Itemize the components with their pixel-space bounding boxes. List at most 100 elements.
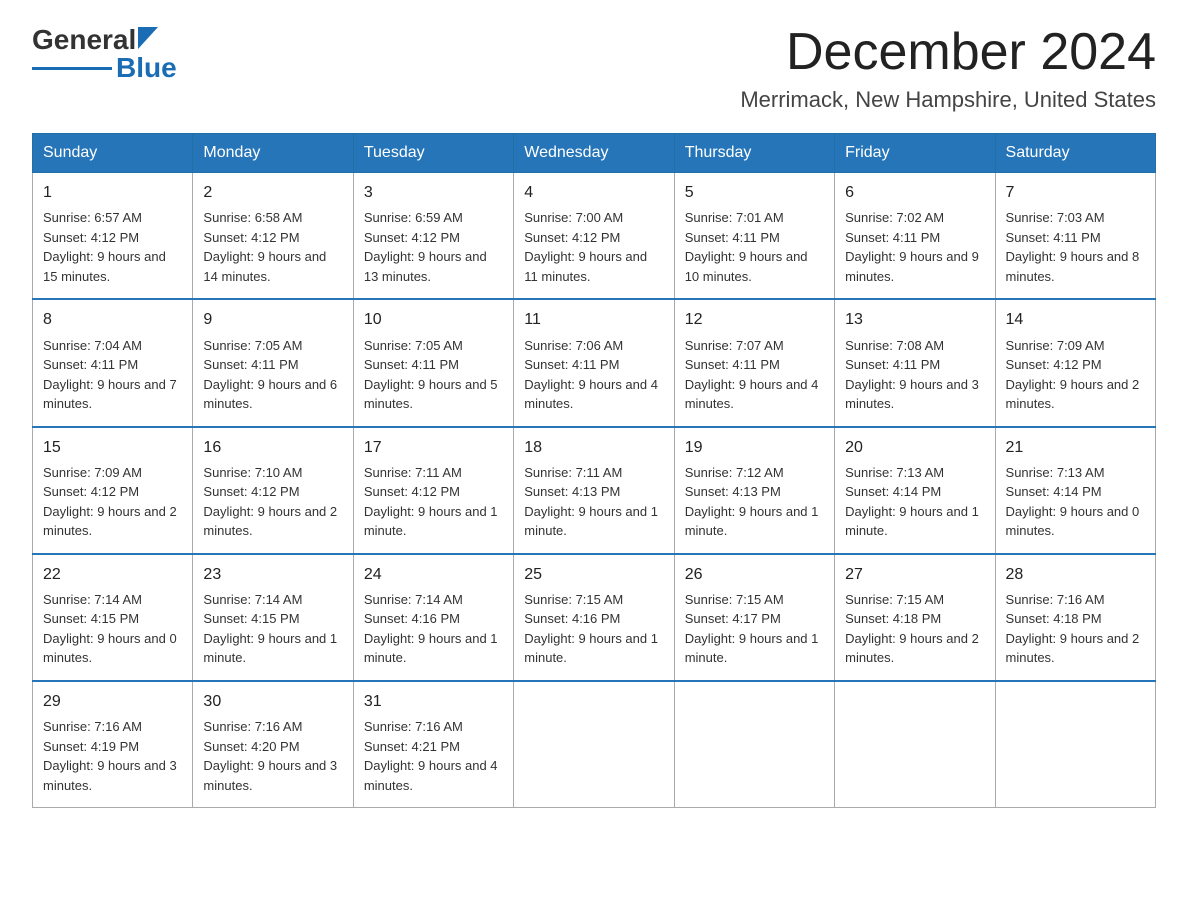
calendar-cell: 21 Sunrise: 7:13 AM Sunset: 4:14 PM Dayl… bbox=[995, 427, 1155, 554]
calendar-cell: 30 Sunrise: 7:16 AM Sunset: 4:20 PM Dayl… bbox=[193, 681, 353, 808]
day-info: Sunrise: 7:00 AM Sunset: 4:12 PM Dayligh… bbox=[524, 208, 663, 286]
day-number: 6 bbox=[845, 181, 984, 204]
day-number: 29 bbox=[43, 690, 182, 713]
calendar-cell: 27 Sunrise: 7:15 AM Sunset: 4:18 PM Dayl… bbox=[835, 554, 995, 681]
day-info: Sunrise: 6:58 AM Sunset: 4:12 PM Dayligh… bbox=[203, 208, 342, 286]
calendar-cell: 9 Sunrise: 7:05 AM Sunset: 4:11 PM Dayli… bbox=[193, 299, 353, 426]
day-number: 21 bbox=[1006, 436, 1145, 459]
day-info: Sunrise: 7:15 AM Sunset: 4:16 PM Dayligh… bbox=[524, 590, 663, 668]
day-info: Sunrise: 7:11 AM Sunset: 4:12 PM Dayligh… bbox=[364, 463, 503, 541]
header-wednesday: Wednesday bbox=[514, 134, 674, 173]
calendar-cell: 8 Sunrise: 7:04 AM Sunset: 4:11 PM Dayli… bbox=[33, 299, 193, 426]
calendar-cell: 23 Sunrise: 7:14 AM Sunset: 4:15 PM Dayl… bbox=[193, 554, 353, 681]
day-info: Sunrise: 7:14 AM Sunset: 4:15 PM Dayligh… bbox=[43, 590, 182, 668]
header-thursday: Thursday bbox=[674, 134, 834, 173]
day-info: Sunrise: 7:03 AM Sunset: 4:11 PM Dayligh… bbox=[1006, 208, 1145, 286]
day-number: 22 bbox=[43, 563, 182, 586]
day-info: Sunrise: 7:02 AM Sunset: 4:11 PM Dayligh… bbox=[845, 208, 984, 286]
calendar-cell: 5 Sunrise: 7:01 AM Sunset: 4:11 PM Dayli… bbox=[674, 173, 834, 300]
calendar-cell: 1 Sunrise: 6:57 AM Sunset: 4:12 PM Dayli… bbox=[33, 173, 193, 300]
day-info: Sunrise: 6:59 AM Sunset: 4:12 PM Dayligh… bbox=[364, 208, 503, 286]
day-info: Sunrise: 7:07 AM Sunset: 4:11 PM Dayligh… bbox=[685, 336, 824, 414]
day-info: Sunrise: 7:14 AM Sunset: 4:15 PM Dayligh… bbox=[203, 590, 342, 668]
day-number: 19 bbox=[685, 436, 824, 459]
day-number: 30 bbox=[203, 690, 342, 713]
calendar-cell: 2 Sunrise: 6:58 AM Sunset: 4:12 PM Dayli… bbox=[193, 173, 353, 300]
calendar-cell: 19 Sunrise: 7:12 AM Sunset: 4:13 PM Dayl… bbox=[674, 427, 834, 554]
calendar-cell: 12 Sunrise: 7:07 AM Sunset: 4:11 PM Dayl… bbox=[674, 299, 834, 426]
day-number: 23 bbox=[203, 563, 342, 586]
day-info: Sunrise: 7:16 AM Sunset: 4:18 PM Dayligh… bbox=[1006, 590, 1145, 668]
day-number: 11 bbox=[524, 308, 663, 331]
day-number: 13 bbox=[845, 308, 984, 331]
day-number: 20 bbox=[845, 436, 984, 459]
day-number: 12 bbox=[685, 308, 824, 331]
day-number: 17 bbox=[364, 436, 503, 459]
day-info: Sunrise: 7:09 AM Sunset: 4:12 PM Dayligh… bbox=[1006, 336, 1145, 414]
day-number: 16 bbox=[203, 436, 342, 459]
day-number: 5 bbox=[685, 181, 824, 204]
day-info: Sunrise: 7:05 AM Sunset: 4:11 PM Dayligh… bbox=[364, 336, 503, 414]
day-number: 14 bbox=[1006, 308, 1145, 331]
calendar-week-5: 29 Sunrise: 7:16 AM Sunset: 4:19 PM Dayl… bbox=[33, 681, 1156, 808]
header-tuesday: Tuesday bbox=[353, 134, 513, 173]
day-info: Sunrise: 7:11 AM Sunset: 4:13 PM Dayligh… bbox=[524, 463, 663, 541]
day-info: Sunrise: 7:09 AM Sunset: 4:12 PM Dayligh… bbox=[43, 463, 182, 541]
day-number: 2 bbox=[203, 181, 342, 204]
day-number: 26 bbox=[685, 563, 824, 586]
day-number: 1 bbox=[43, 181, 182, 204]
calendar-cell bbox=[674, 681, 834, 808]
title-area: December 2024 Merrimack, New Hampshire, … bbox=[740, 24, 1156, 113]
day-number: 24 bbox=[364, 563, 503, 586]
calendar-cell: 13 Sunrise: 7:08 AM Sunset: 4:11 PM Dayl… bbox=[835, 299, 995, 426]
calendar-week-1: 1 Sunrise: 6:57 AM Sunset: 4:12 PM Dayli… bbox=[33, 173, 1156, 300]
day-info: Sunrise: 7:04 AM Sunset: 4:11 PM Dayligh… bbox=[43, 336, 182, 414]
weekday-header-row: Sunday Monday Tuesday Wednesday Thursday… bbox=[33, 134, 1156, 173]
day-info: Sunrise: 7:12 AM Sunset: 4:13 PM Dayligh… bbox=[685, 463, 824, 541]
day-info: Sunrise: 7:14 AM Sunset: 4:16 PM Dayligh… bbox=[364, 590, 503, 668]
calendar-cell: 18 Sunrise: 7:11 AM Sunset: 4:13 PM Dayl… bbox=[514, 427, 674, 554]
day-number: 31 bbox=[364, 690, 503, 713]
logo: General Blue bbox=[32, 24, 177, 84]
header-monday: Monday bbox=[193, 134, 353, 173]
calendar-cell: 3 Sunrise: 6:59 AM Sunset: 4:12 PM Dayli… bbox=[353, 173, 513, 300]
month-title: December 2024 bbox=[740, 24, 1156, 81]
day-info: Sunrise: 7:13 AM Sunset: 4:14 PM Dayligh… bbox=[845, 463, 984, 541]
day-number: 18 bbox=[524, 436, 663, 459]
logo-blue-text: Blue bbox=[116, 52, 177, 84]
header-sunday: Sunday bbox=[33, 134, 193, 173]
day-info: Sunrise: 7:15 AM Sunset: 4:17 PM Dayligh… bbox=[685, 590, 824, 668]
day-info: Sunrise: 7:13 AM Sunset: 4:14 PM Dayligh… bbox=[1006, 463, 1145, 541]
calendar-cell: 17 Sunrise: 7:11 AM Sunset: 4:12 PM Dayl… bbox=[353, 427, 513, 554]
calendar-cell: 16 Sunrise: 7:10 AM Sunset: 4:12 PM Dayl… bbox=[193, 427, 353, 554]
day-info: Sunrise: 7:08 AM Sunset: 4:11 PM Dayligh… bbox=[845, 336, 984, 414]
day-number: 28 bbox=[1006, 563, 1145, 586]
day-info: Sunrise: 7:01 AM Sunset: 4:11 PM Dayligh… bbox=[685, 208, 824, 286]
day-number: 10 bbox=[364, 308, 503, 331]
day-number: 9 bbox=[203, 308, 342, 331]
calendar-cell: 14 Sunrise: 7:09 AM Sunset: 4:12 PM Dayl… bbox=[995, 299, 1155, 426]
calendar-cell: 24 Sunrise: 7:14 AM Sunset: 4:16 PM Dayl… bbox=[353, 554, 513, 681]
calendar-cell bbox=[995, 681, 1155, 808]
day-info: Sunrise: 7:06 AM Sunset: 4:11 PM Dayligh… bbox=[524, 336, 663, 414]
calendar-cell: 22 Sunrise: 7:14 AM Sunset: 4:15 PM Dayl… bbox=[33, 554, 193, 681]
calendar-cell: 26 Sunrise: 7:15 AM Sunset: 4:17 PM Dayl… bbox=[674, 554, 834, 681]
day-info: Sunrise: 7:16 AM Sunset: 4:21 PM Dayligh… bbox=[364, 717, 503, 795]
day-info: Sunrise: 7:05 AM Sunset: 4:11 PM Dayligh… bbox=[203, 336, 342, 414]
location-title: Merrimack, New Hampshire, United States bbox=[740, 87, 1156, 113]
day-info: Sunrise: 7:16 AM Sunset: 4:20 PM Dayligh… bbox=[203, 717, 342, 795]
calendar-cell: 25 Sunrise: 7:15 AM Sunset: 4:16 PM Dayl… bbox=[514, 554, 674, 681]
calendar-table: Sunday Monday Tuesday Wednesday Thursday… bbox=[32, 133, 1156, 808]
page-header: General Blue December 2024 Merrimack, Ne… bbox=[32, 24, 1156, 113]
day-number: 15 bbox=[43, 436, 182, 459]
calendar-cell bbox=[835, 681, 995, 808]
day-number: 8 bbox=[43, 308, 182, 331]
calendar-week-4: 22 Sunrise: 7:14 AM Sunset: 4:15 PM Dayl… bbox=[33, 554, 1156, 681]
calendar-cell: 6 Sunrise: 7:02 AM Sunset: 4:11 PM Dayli… bbox=[835, 173, 995, 300]
logo-triangle-icon bbox=[138, 27, 158, 54]
calendar-cell: 11 Sunrise: 7:06 AM Sunset: 4:11 PM Dayl… bbox=[514, 299, 674, 426]
header-friday: Friday bbox=[835, 134, 995, 173]
day-number: 3 bbox=[364, 181, 503, 204]
calendar-cell: 15 Sunrise: 7:09 AM Sunset: 4:12 PM Dayl… bbox=[33, 427, 193, 554]
day-info: Sunrise: 6:57 AM Sunset: 4:12 PM Dayligh… bbox=[43, 208, 182, 286]
